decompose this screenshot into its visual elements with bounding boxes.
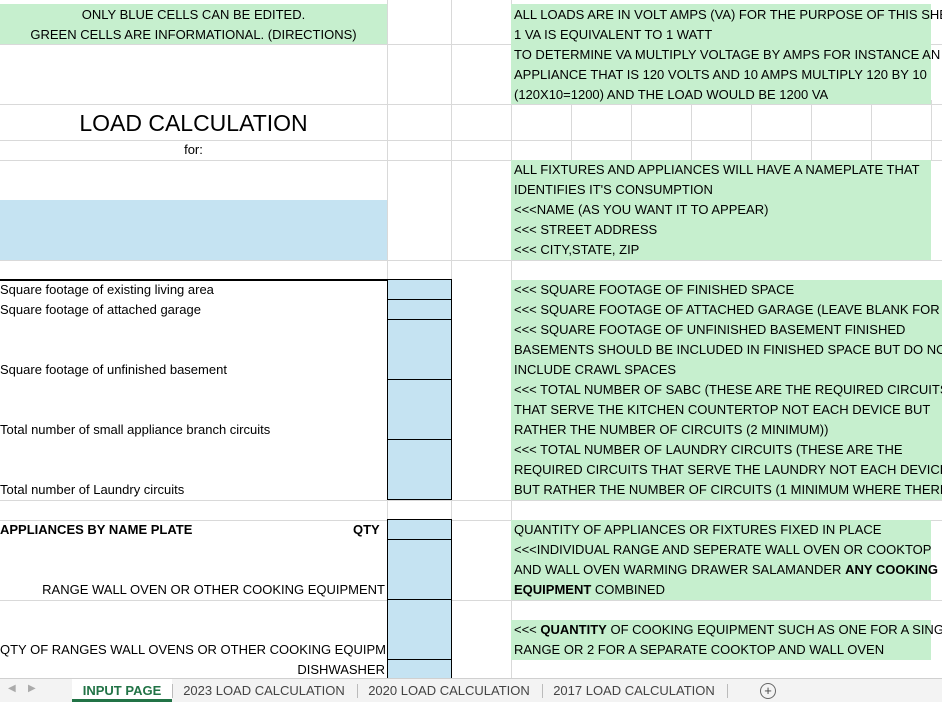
info-sqft-line: THAT SERVE THE KITCHEN COUNTERTOP NOT EA…: [514, 402, 931, 417]
range-qty-input[interactable]: [387, 599, 452, 660]
label-basement: Square footage of unfinished basement: [0, 362, 227, 377]
tab-separator: [542, 684, 543, 698]
info-sqft-line: <<< SQUARE FOOTAGE OF ATTACHED GARAGE (L…: [514, 302, 942, 317]
appliances-header: APPLIANCES BY NAME PLATE: [0, 522, 193, 537]
info-nameplate-line: <<< CITY,STATE, ZIP: [514, 242, 640, 257]
page-title: LOAD CALCULATION: [79, 110, 308, 136]
info-va-line: ALL LOADS ARE IN VOLT AMPS (VA) FOR THE …: [514, 7, 942, 22]
living-area-input[interactable]: [387, 279, 452, 300]
info-va-line: 1 VA IS EQUIVALENT TO 1 WATT: [514, 27, 713, 42]
tab-separator: [357, 684, 358, 698]
directions-line-1: ONLY BLUE CELLS CAN BE EDITED.: [81, 7, 306, 22]
qty-header: QTY: [353, 522, 380, 537]
garage-input[interactable]: [387, 299, 452, 320]
label-sabc: Total number of small appliance branch c…: [0, 422, 271, 437]
address-input[interactable]: [0, 200, 387, 260]
info-appliance-line: QUANTITY OF APPLIANCES OR FIXTURES FIXED…: [514, 522, 882, 537]
label-living-area: Square footage of existing living area: [0, 282, 214, 297]
info-nameplate-line: ALL FIXTURES AND APPLIANCES WILL HAVE A …: [514, 162, 920, 177]
label-dishwasher: DISHWASHER: [297, 662, 385, 677]
range-input[interactable]: [387, 539, 452, 600]
info-va-line: APPLIANCE THAT IS 120 VOLTS AND 10 AMPS …: [514, 67, 927, 82]
label-range: RANGE WALL OVEN OR OTHER COOKING EQUIPME…: [42, 582, 385, 597]
label-range-qty: QTY OF RANGES WALL OVENS OR OTHER COOKIN…: [0, 642, 412, 657]
triangle-right-icon[interactable]: ▶: [28, 683, 36, 694]
info-sqft-line: <<< SQUARE FOOTAGE OF FINISHED SPACE: [514, 282, 795, 297]
info-nameplate-line: <<<NAME (AS YOU WANT IT TO APPEAR): [514, 202, 769, 217]
info-sqft-line: <<< TOTAL NUMBER OF SABC (THESE ARE THE …: [514, 382, 942, 397]
tab-separator: [172, 684, 173, 698]
spreadsheet-grid[interactable]: ONLY BLUE CELLS CAN BE EDITED. GREEN CEL…: [0, 0, 942, 678]
label-laundry: Total number of Laundry circuits: [0, 482, 185, 497]
info-sqft-line: BUT RATHER THE NUMBER OF CIRCUITS (1 MIN…: [514, 482, 942, 497]
info-va-line: (120X10=1200) AND THE LOAD WOULD BE 1200…: [514, 87, 829, 102]
plus-circle-icon[interactable]: +: [760, 683, 776, 699]
info-appliance-line: <<< QUANTITY OF COOKING EQUIPMENT SUCH A…: [514, 620, 942, 640]
info-sqft-line: RATHER THE NUMBER OF CIRCUITS (2 MINIMUM…: [514, 422, 829, 437]
info-sqft-line: <<< SQUARE FOOTAGE OF UNFINISHED BASEMEN…: [514, 322, 906, 337]
info-appliance-line: <<<INDIVIDUAL RANGE AND SEPERATE WALL OV…: [514, 542, 932, 557]
info-text-bold: EQUIPMENT: [514, 582, 592, 597]
info-text-bold: QUANTITY: [540, 622, 607, 637]
info-sqft-line: BASEMENTS SHOULD BE INCLUDED IN FINISHED…: [514, 342, 942, 357]
laundry-input[interactable]: [387, 439, 452, 500]
info-text: AND WALL OVEN WARMING DRAWER SALAMANDER: [514, 562, 846, 577]
info-text: OF COOKING EQUIPMENT SUCH AS ONE FOR A S…: [606, 622, 942, 637]
info-nameplate-line: IDENTIFIES IT'S CONSUMPTION: [514, 182, 713, 197]
dishwasher-input[interactable]: [387, 659, 452, 678]
tab-2017-load-calculation[interactable]: 2017 LOAD CALCULATION: [544, 679, 724, 702]
info-sqft-line: INCLUDE CRAWL SPACES: [514, 362, 677, 377]
info-appliance-line: RANGE OR 2 FOR A SEPARATE COOKTOP AND WA…: [514, 642, 885, 657]
info-appliance-line: EQUIPMENT COMBINED: [514, 580, 665, 600]
info-nameplate-line: <<< STREET ADDRESS: [514, 222, 658, 237]
directions-line-2: GREEN CELLS ARE INFORMATIONAL. (DIRECTIO…: [30, 27, 357, 42]
sabc-input[interactable]: [387, 379, 452, 440]
basement-input[interactable]: [387, 319, 452, 380]
tab-input-page[interactable]: INPUT PAGE: [72, 679, 172, 702]
triangle-left-icon[interactable]: ◀: [8, 683, 16, 694]
info-sqft-line: REQUIRED CIRCUITS THAT SERVE THE LAUNDRY…: [514, 462, 942, 477]
page-subtitle: for:: [184, 142, 203, 157]
info-va-line: TO DETERMINE VA MULTIPLY VOLTAGE BY AMPS…: [514, 47, 941, 62]
tab-separator: [727, 684, 728, 698]
info-text-bold: ANY COOKING: [845, 562, 938, 577]
info-sqft-line: <<< TOTAL NUMBER OF LAUNDRY CIRCUITS (TH…: [514, 442, 903, 457]
sheet-tab-bar: ◀ ▶ INPUT PAGE 2023 LOAD CALCULATION 202…: [0, 678, 942, 702]
qty-input[interactable]: [387, 519, 452, 540]
info-text: <<<: [514, 622, 541, 637]
label-garage: Square footage of attached garage: [0, 302, 201, 317]
info-appliance-line: AND WALL OVEN WARMING DRAWER SALAMANDER …: [514, 560, 938, 580]
tab-2020-load-calculation[interactable]: 2020 LOAD CALCULATION: [359, 679, 539, 702]
tab-2023-load-calculation[interactable]: 2023 LOAD CALCULATION: [174, 679, 354, 702]
info-text: COMBINED: [591, 582, 665, 597]
